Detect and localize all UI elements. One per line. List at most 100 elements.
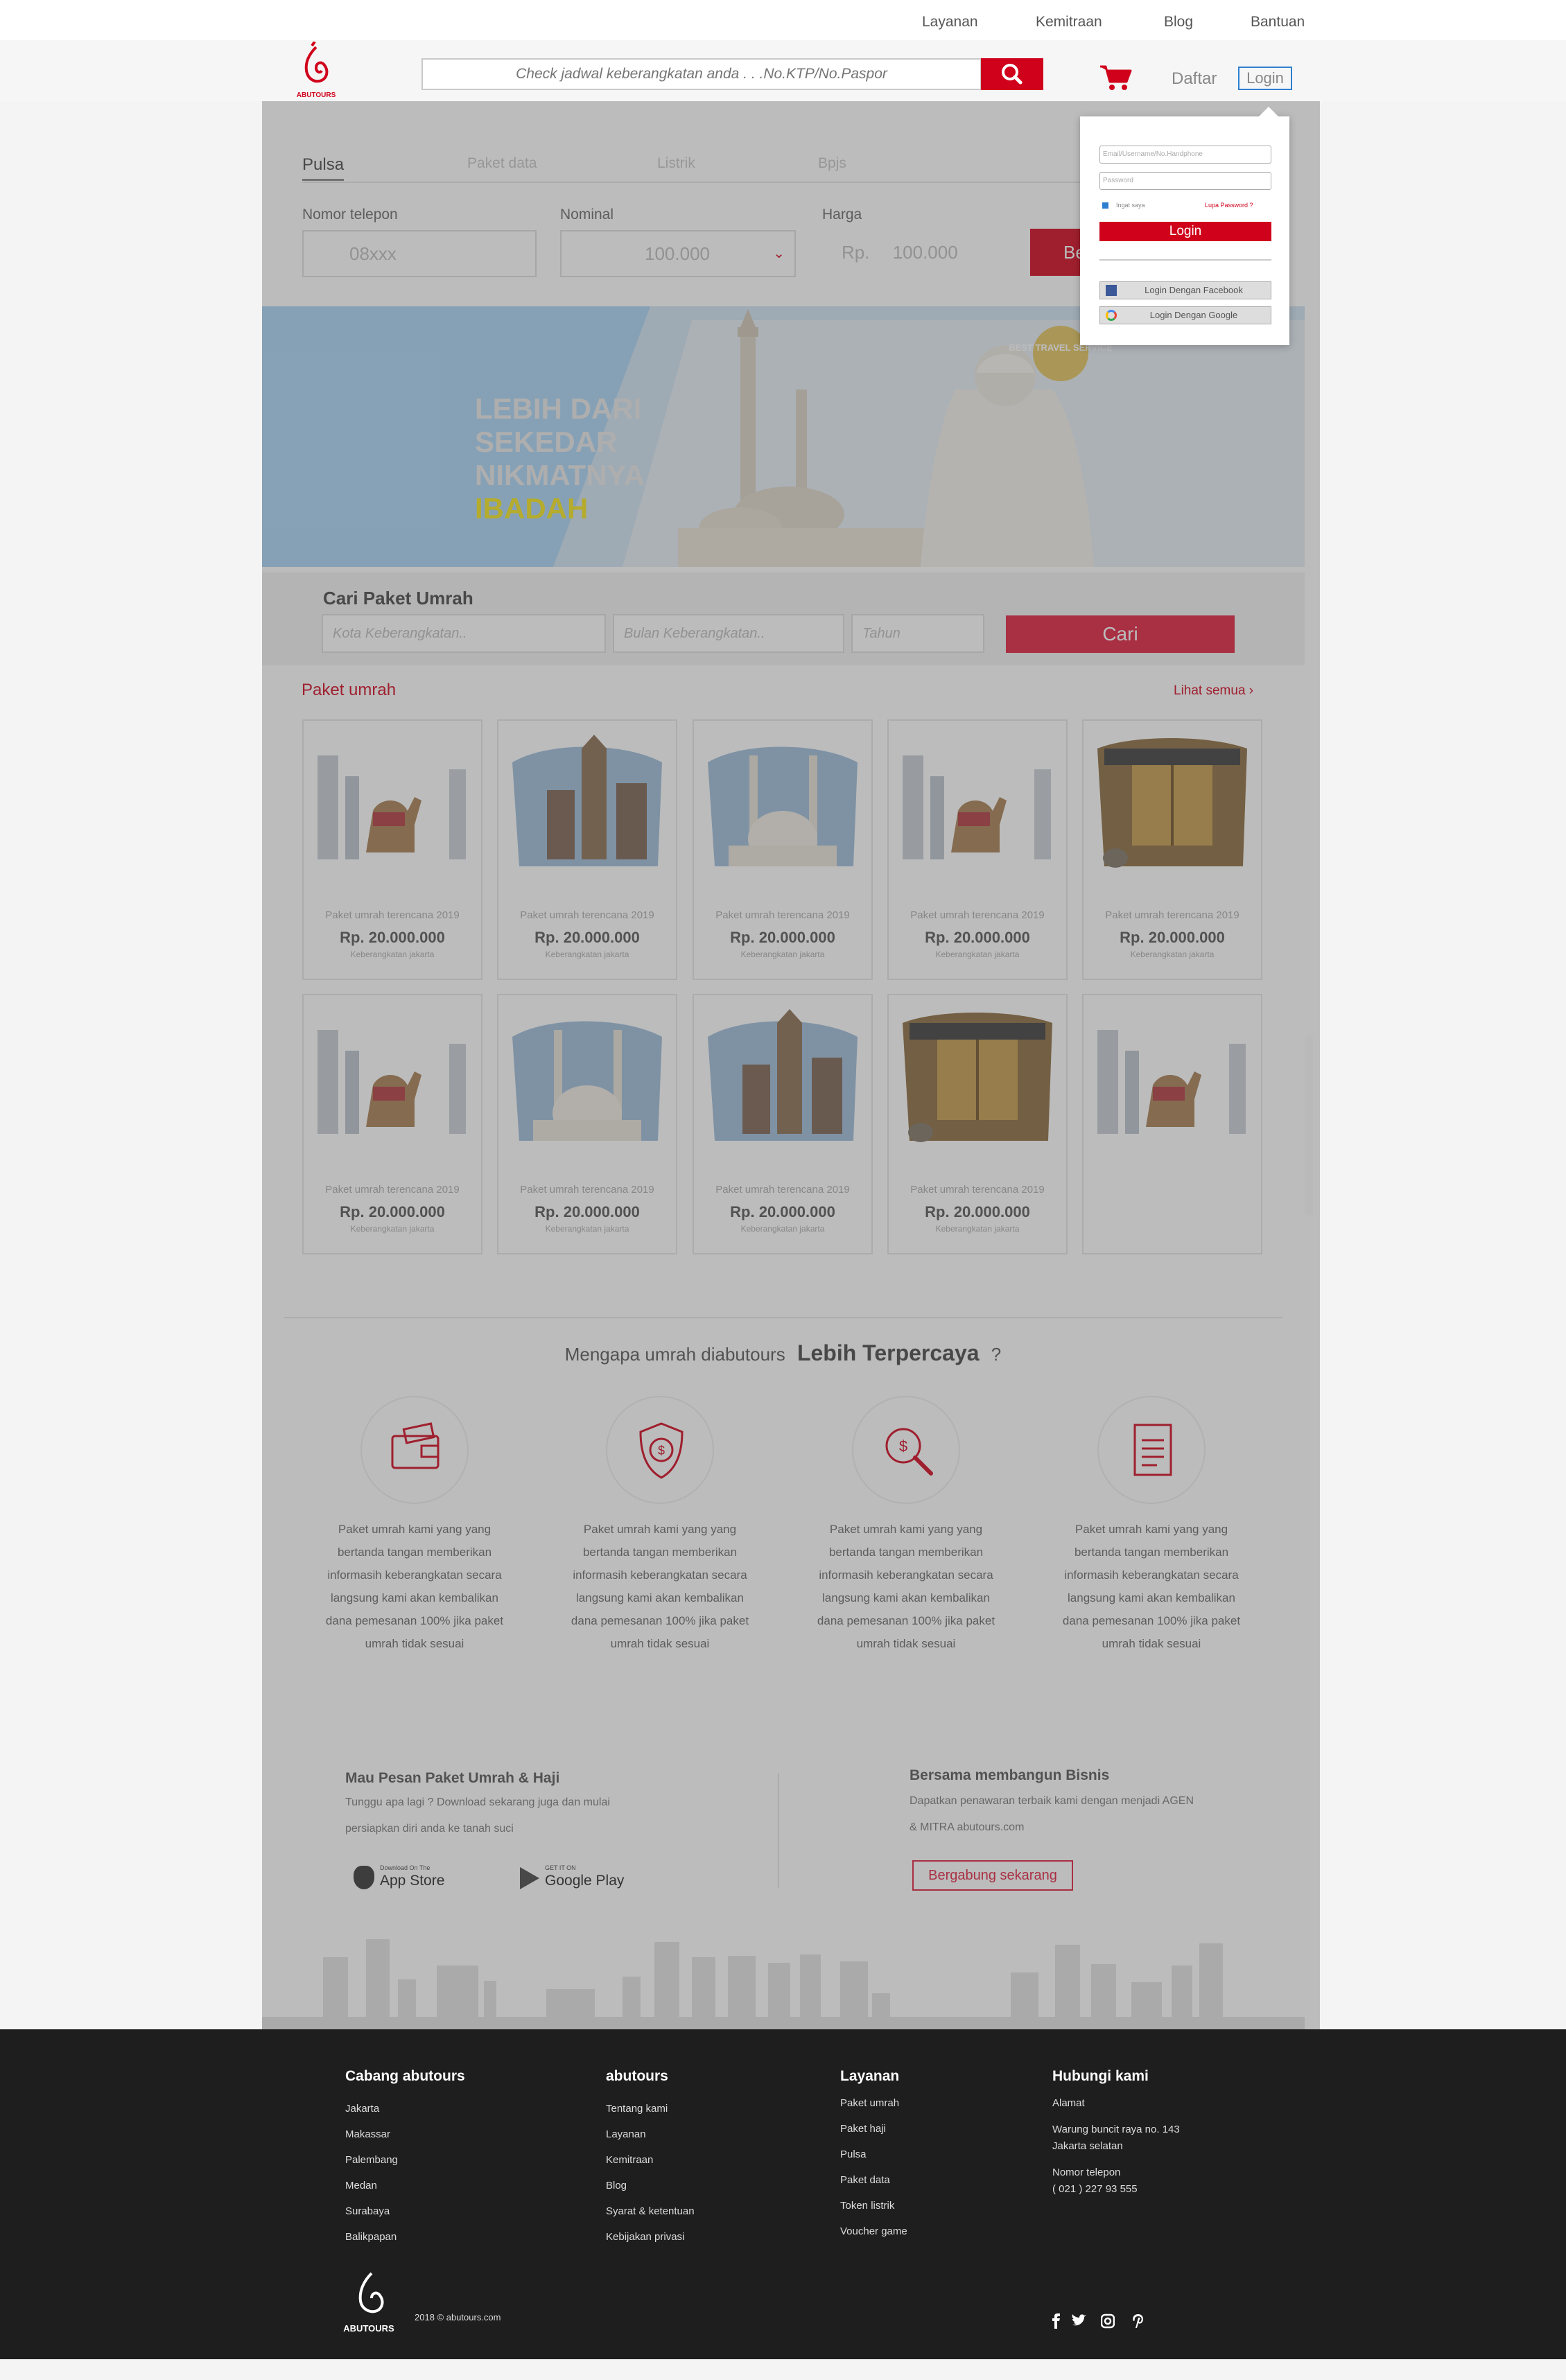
feature-search-money: $: [852, 1396, 960, 1504]
app-store-label: App Store: [380, 1873, 445, 1889]
footer-abutours-link[interactable]: Tentang kami: [606, 2103, 668, 2115]
footer-abutours-link[interactable]: Layanan: [606, 2128, 646, 2140]
facebook-icon[interactable]: [1050, 2313, 1063, 2329]
tab-listrik[interactable]: Listrik: [657, 155, 695, 172]
daftar-link[interactable]: Daftar: [1172, 69, 1217, 89]
footer-cabang-link[interactable]: Surabaya: [345, 2205, 390, 2217]
footer-telp-label: Nomor telepon: [1052, 2167, 1121, 2178]
login-username-input[interactable]: Email/Username/No.Handphone: [1099, 146, 1271, 164]
footer-cabang-link[interactable]: Palembang: [345, 2154, 398, 2166]
feature-text: Paket umrah kami yang yang bertanda tang…: [325, 1523, 504, 1650]
chevron-right-icon: ›: [1249, 683, 1254, 698]
nav-blog[interactable]: Blog: [1164, 14, 1193, 30]
pinterest-icon[interactable]: [1131, 2313, 1145, 2329]
mitra-desc-1: Dapatkan penawaran terbaik kami dengan m…: [910, 1795, 1194, 1807]
paket-card[interactable]: [1082, 994, 1262, 1254]
card-caption: Paket umrah terencana 2019: [520, 1184, 654, 1196]
app-store-small: Download On The: [380, 1864, 430, 1871]
paket-card[interactable]: Paket umrah terencana 2019 Rp. 20.000.00…: [497, 719, 677, 980]
ingat-saya-label: Ingat saya: [1116, 202, 1145, 209]
instagram-icon[interactable]: [1101, 2313, 1115, 2329]
footer-abutours-link[interactable]: Kemitraan: [606, 2154, 653, 2166]
tab-bpjs[interactable]: Bpjs: [818, 155, 846, 172]
dropdown-login-button[interactable]: Login: [1099, 222, 1271, 241]
footer-layanan-link[interactable]: Paket data: [840, 2174, 890, 2186]
bulan-input[interactable]: Bulan Keberangkatan..: [613, 614, 844, 653]
card-price: Rp. 20.000.000: [340, 1203, 445, 1220]
scrollbar-thumb[interactable]: [1305, 1035, 1313, 1216]
feature-notepad: [1097, 1396, 1206, 1504]
nominal-select[interactable]: 100.000 ⌄: [560, 230, 796, 277]
phone-input[interactable]: 08xxx: [302, 230, 537, 277]
tahun-input[interactable]: Tahun: [851, 614, 984, 653]
cari-button[interactable]: Cari: [1006, 615, 1235, 653]
cart-icon[interactable]: [1099, 64, 1132, 91]
kota-input[interactable]: Kota Keberangkatan..: [322, 614, 606, 653]
login-button[interactable]: Login: [1238, 67, 1292, 90]
facebook-login-button[interactable]: Login Dengan Facebook: [1099, 281, 1271, 299]
banner-line-3: NIKMATNYA: [475, 459, 645, 491]
feature-shield: $: [606, 1396, 714, 1504]
paket-card[interactable]: Paket umrah terencana 2019 Rp. 20.000.00…: [693, 994, 873, 1254]
footer-abutours-link[interactable]: Kebijakan privasi: [606, 2231, 684, 2243]
search-button[interactable]: [981, 58, 1043, 90]
card-caption: Paket umrah terencana 2019: [715, 1184, 850, 1196]
nav-kemitraan[interactable]: Kemitraan: [1036, 14, 1102, 30]
camel-image: [903, 755, 1051, 859]
dropdown-divider: [1099, 259, 1271, 261]
lihat-semua-link[interactable]: Lihat semua ›: [1174, 683, 1253, 699]
footer-abutours-link[interactable]: Syarat & ketentuan: [606, 2205, 695, 2217]
camel-image: [317, 755, 466, 859]
why-prefix: Mengapa umrah diabutours: [564, 1344, 785, 1365]
mosque-image: [708, 746, 858, 866]
paket-card[interactable]: Paket umrah terencana 2019 Rp. 20.000.00…: [302, 994, 482, 1254]
paket-card[interactable]: Paket umrah terencana 2019 Rp. 20.000.00…: [497, 994, 677, 1254]
login-password-input[interactable]: Password: [1099, 172, 1271, 190]
footer-telp: ( 021 ) 227 93 555: [1052, 2183, 1138, 2195]
footer-cabang-link[interactable]: Medan: [345, 2180, 377, 2191]
search-input[interactable]: [423, 60, 980, 89]
google-login-label: Login Dengan Google: [1149, 310, 1238, 320]
footer-alamat-1: Warung buncit raya no. 143: [1052, 2124, 1180, 2135]
abutours-logo[interactable]: ABUTOURS: [291, 42, 341, 101]
paket-card[interactable]: Paket umrah terencana 2019 Rp. 20.000.00…: [302, 719, 482, 980]
tab-paket-data[interactable]: Paket data: [467, 155, 537, 172]
app-store-button[interactable]: Download On The App Store: [345, 1859, 463, 1898]
footer-cabang-link[interactable]: Jakarta: [345, 2103, 379, 2115]
wallet-icon: [391, 1422, 440, 1469]
footer-layanan-link[interactable]: Voucher game: [840, 2225, 907, 2237]
banner-headline: LEBIH DARI SEKEDAR NIKMATNYA IBADAH: [475, 392, 711, 525]
nav-layanan[interactable]: Layanan: [922, 14, 978, 30]
card-price: Rp. 20.000.000: [730, 1203, 835, 1220]
camel-image: [317, 1030, 466, 1134]
footer-layanan-link[interactable]: Paket umrah: [840, 2097, 899, 2109]
ingat-saya-checkbox[interactable]: [1102, 202, 1108, 209]
card-location: Keberangkatan jakarta: [350, 1224, 435, 1234]
bergabung-button[interactable]: Bergabung sekarang: [912, 1860, 1073, 1891]
facebook-login-label: Login Dengan Facebook: [1145, 285, 1243, 295]
nav-bantuan[interactable]: Bantuan: [1251, 14, 1305, 30]
feature-text: Paket umrah kami yang yang bertanda tang…: [571, 1523, 749, 1650]
promo-banner[interactable]: BEST TRAVEL SERVICE: [262, 306, 1305, 567]
card-price: Rp. 20.000.000: [534, 929, 640, 946]
footer-abutours-title: abutours: [606, 2068, 668, 2084]
footer-abutours-link[interactable]: Blog: [606, 2180, 627, 2191]
google-login-button[interactable]: Login Dengan Google: [1099, 306, 1271, 324]
footer-layanan-link[interactable]: Token listrik: [840, 2200, 894, 2212]
lupa-password-link[interactable]: Lupa Password ?: [1205, 202, 1253, 209]
footer-cabang-link[interactable]: Balikpapan: [345, 2231, 397, 2243]
paket-card[interactable]: Paket umrah terencana 2019 Rp. 20.000.00…: [1082, 719, 1262, 980]
footer-layanan-link[interactable]: Pulsa: [840, 2149, 867, 2160]
footer-cabang-link[interactable]: Makassar: [345, 2128, 390, 2140]
paket-card[interactable]: Paket umrah terencana 2019 Rp. 20.000.00…: [693, 719, 873, 980]
footer-layanan-link[interactable]: Paket haji: [840, 2123, 886, 2135]
twitter-icon[interactable]: [1070, 2313, 1087, 2329]
footer-logo[interactable]: ABUTOURS: [341, 2266, 401, 2336]
notepad-icon: [1133, 1424, 1172, 1476]
paket-card[interactable]: Paket umrah terencana 2019 Rp. 20.000.00…: [887, 719, 1068, 980]
app-desc-2: persiapkan diri anda ke tanah suci: [345, 1823, 514, 1835]
google-play-button[interactable]: GET IT ON Google Play: [510, 1859, 639, 1898]
tab-pulsa[interactable]: Pulsa: [302, 155, 344, 175]
paket-card[interactable]: Paket umrah terencana 2019 Rp. 20.000.00…: [887, 994, 1068, 1254]
dropdown-caret: [1259, 107, 1278, 116]
